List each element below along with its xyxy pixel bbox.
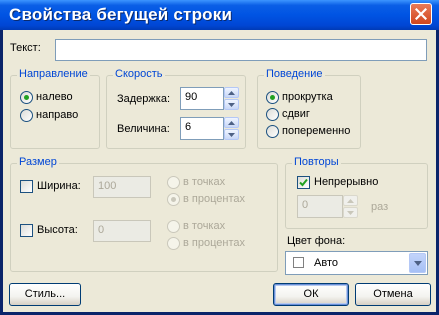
amount-spinner: [224, 117, 239, 140]
height-checkbox[interactable]: [20, 224, 33, 237]
delay-spin-up[interactable]: [224, 87, 239, 98]
spin-down-icon: [228, 103, 235, 107]
checkmark-icon: [299, 178, 308, 187]
background-color-dropdown-button[interactable]: [409, 253, 426, 273]
width-input[interactable]: 100: [93, 176, 151, 198]
height-pixels-label: в точках: [183, 220, 226, 232]
repeat-count-input[interactable]: 0: [297, 195, 343, 218]
cancel-button[interactable]: Отмена: [355, 283, 431, 306]
background-color-select[interactable]: Авто: [285, 251, 428, 275]
text-label: Текст:: [10, 42, 41, 54]
repeat-count-spinner: [343, 195, 358, 218]
direction-left-radio[interactable]: [20, 91, 33, 104]
width-checkbox[interactable]: [20, 180, 33, 193]
size-group: Размер Ширина: 100 в точках в процентах …: [10, 156, 278, 272]
height-label: Высота:: [37, 224, 78, 236]
height-input[interactable]: 0: [93, 220, 151, 242]
delay-label: Задержка:: [117, 93, 171, 105]
style-button[interactable]: Стиль...: [9, 283, 81, 306]
height-percent-radio[interactable]: [167, 237, 180, 250]
direction-group: Направление налево направо: [10, 68, 100, 149]
behavior-alternate-label: попеременно: [282, 125, 351, 137]
amount-spin-down[interactable]: [224, 129, 239, 140]
spin-up-icon: [228, 91, 235, 95]
background-color-value: Авто: [314, 257, 338, 269]
direction-group-title: Направление: [17, 68, 90, 80]
repeat-group-title: Повторы: [292, 156, 341, 168]
delay-spinner: [224, 87, 239, 110]
behavior-scroll-radio[interactable]: [266, 91, 279, 104]
amount-input[interactable]: 6: [180, 117, 224, 140]
behavior-alternate-radio[interactable]: [266, 125, 279, 138]
dialog-body: Текст: Направление налево направо Скорос…: [3, 30, 436, 312]
width-label: Ширина:: [37, 180, 81, 192]
background-color-label: Цвет фона:: [287, 235, 346, 247]
amount-label: Величина:: [117, 123, 170, 135]
height-pixels-radio[interactable]: [167, 220, 180, 233]
title-bar[interactable]: Свойства бегущей строки: [0, 0, 439, 30]
repeat-spin-down[interactable]: [343, 207, 358, 218]
delay-spin-down[interactable]: [224, 99, 239, 110]
spin-down-icon: [228, 133, 235, 137]
width-percent-label: в процентах: [183, 193, 245, 205]
spin-up-icon: [347, 199, 354, 203]
direction-right-radio[interactable]: [20, 109, 33, 122]
window-title: Свойства бегущей строки: [9, 5, 233, 24]
size-group-title: Размер: [17, 156, 59, 168]
direction-right-label: направо: [36, 109, 79, 121]
width-pixels-radio[interactable]: [167, 176, 180, 189]
dialog-window: Свойства бегущей строки Текст: Направлен…: [0, 0, 439, 315]
delay-input[interactable]: 90: [180, 87, 224, 110]
speed-group-title: Скорость: [113, 68, 165, 80]
continuous-checkbox[interactable]: [297, 176, 310, 189]
behavior-scroll-label: прокрутка: [282, 91, 333, 103]
dropdown-arrow-icon: [414, 261, 422, 266]
behavior-group-title: Поведение: [264, 68, 325, 80]
close-button[interactable]: [410, 3, 432, 25]
text-input[interactable]: [55, 39, 427, 61]
width-percent-radio[interactable]: [167, 193, 180, 206]
height-percent-label: в процентах: [183, 237, 245, 249]
repeat-group: Повторы Непрерывно 0 раз: [285, 156, 428, 229]
behavior-group: Поведение прокрутка сдвиг попеременно: [257, 68, 361, 149]
width-pixels-label: в точках: [183, 176, 226, 188]
amount-spin-up[interactable]: [224, 117, 239, 128]
repeat-count-suffix: раз: [371, 201, 389, 213]
behavior-slide-label: сдвиг: [282, 108, 310, 120]
color-swatch: [293, 257, 304, 268]
spin-up-icon: [228, 121, 235, 125]
behavior-slide-radio[interactable]: [266, 108, 279, 121]
direction-left-label: налево: [36, 91, 73, 103]
continuous-label: Непрерывно: [314, 176, 379, 188]
spin-down-icon: [347, 211, 354, 215]
ok-button[interactable]: ОК: [273, 283, 349, 306]
speed-group: Скорость Задержка: 90 Величина: 6: [106, 68, 246, 149]
repeat-spin-up[interactable]: [343, 195, 358, 206]
close-icon: [415, 8, 427, 20]
